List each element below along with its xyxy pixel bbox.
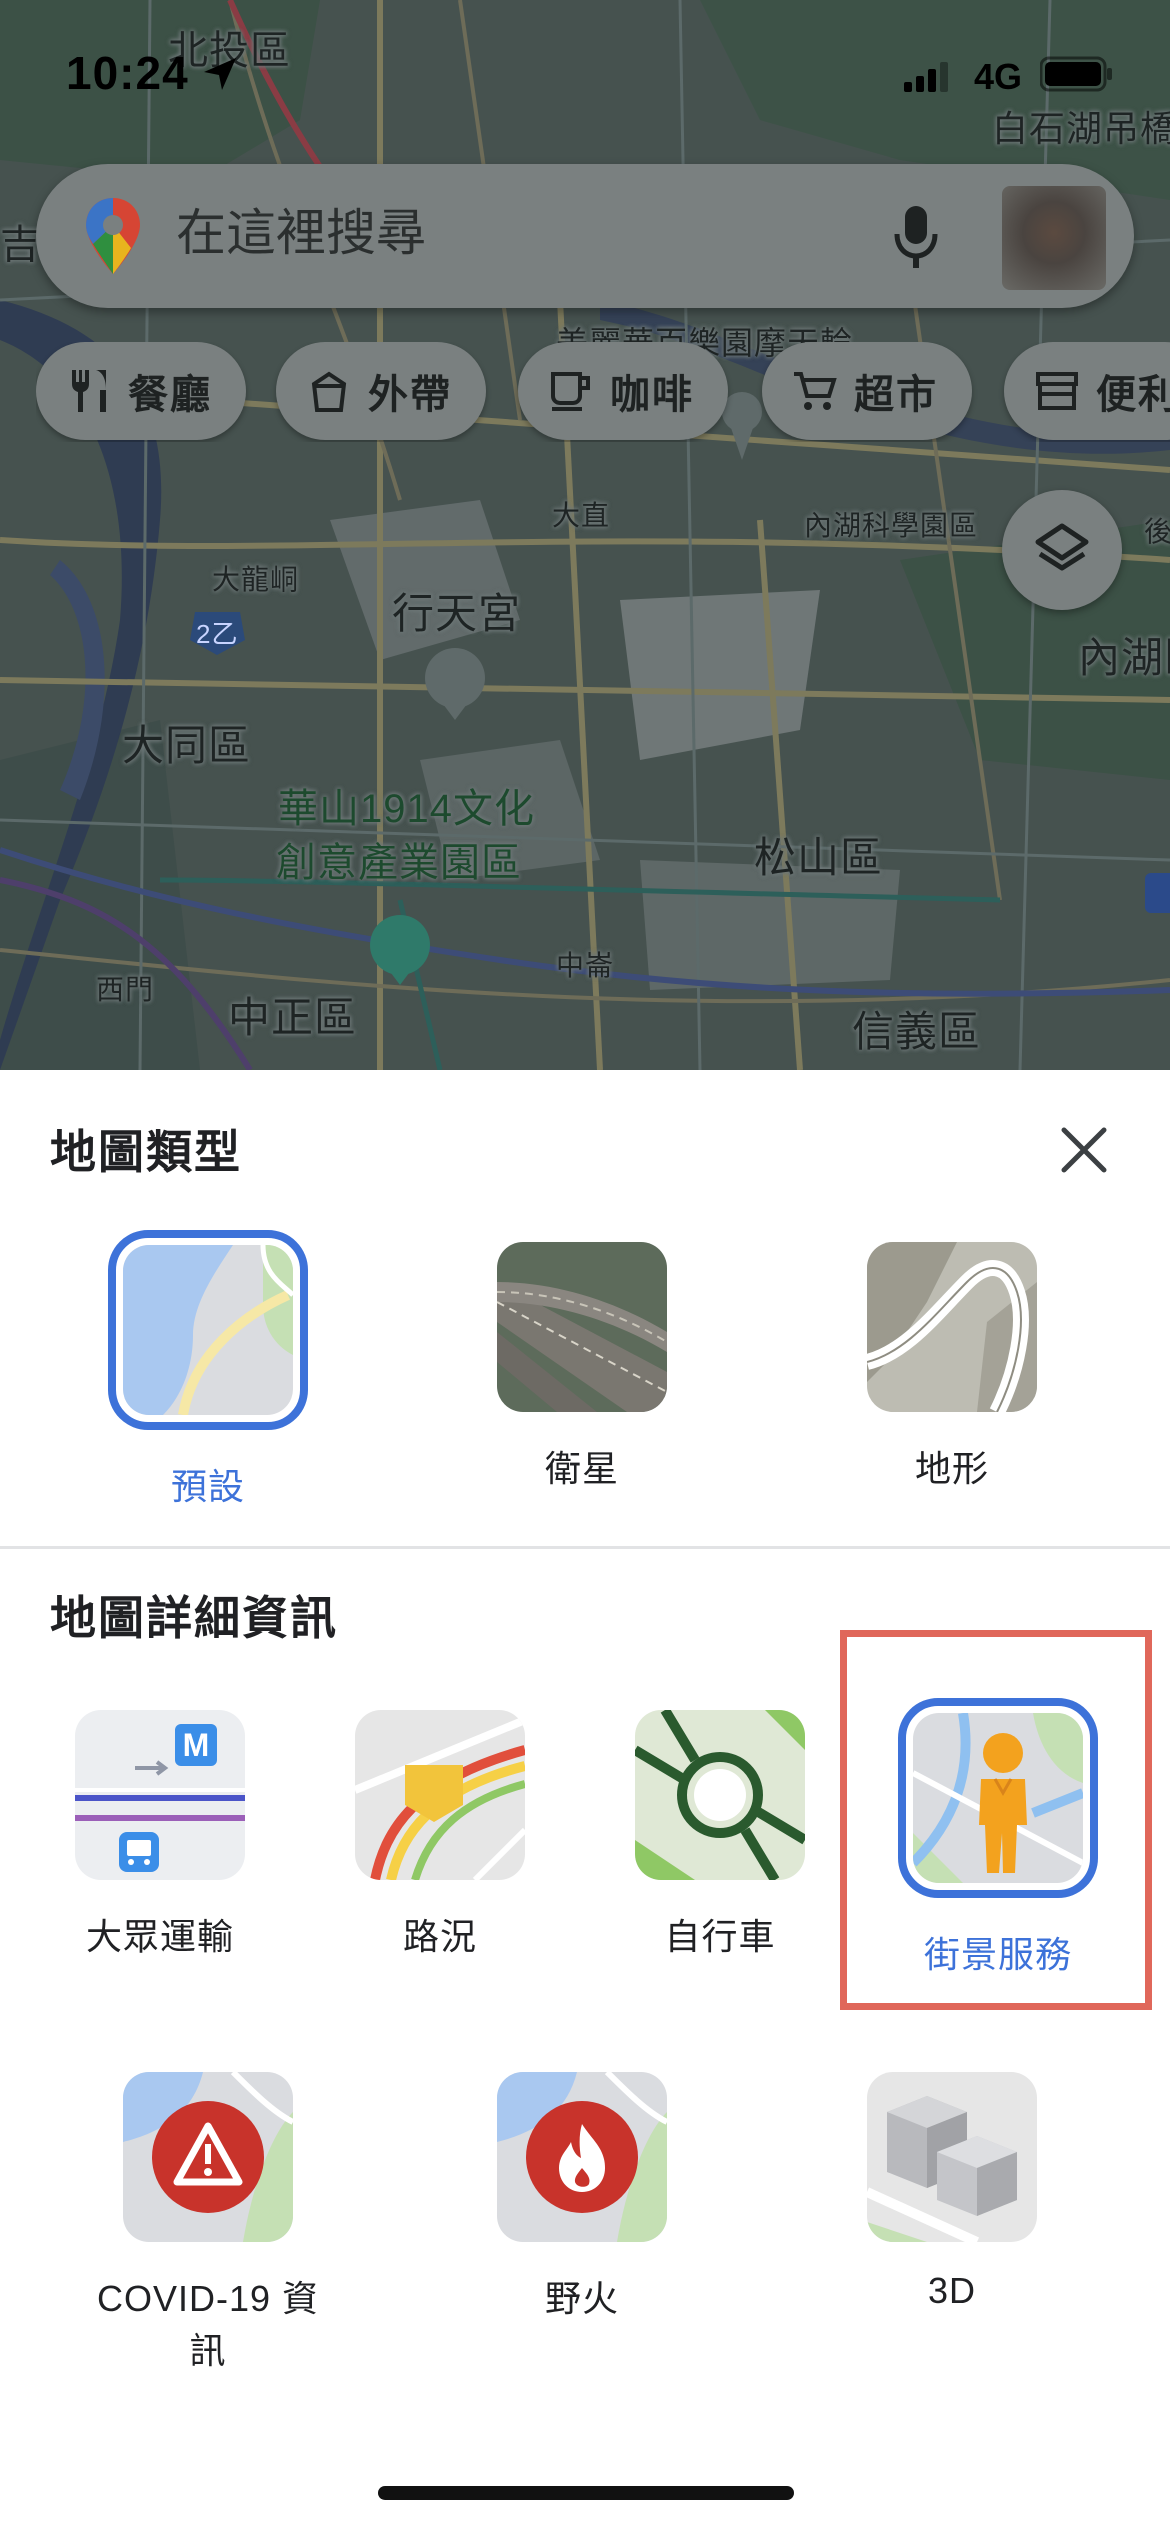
map-type-label: 地形 (914, 1448, 989, 1489)
detail-wildfire[interactable]: 野火 (462, 2072, 702, 2322)
chip-label: 咖啡 (610, 373, 694, 417)
detail-3d[interactable]: 3D (832, 2072, 1072, 2312)
chip-convenience[interactable]: 便利 (1004, 342, 1170, 440)
map-details-title: 地圖詳細資訊 (50, 1592, 338, 1644)
detail-biking[interactable]: 自行車 (600, 1710, 840, 1960)
map-label-dazhi: 大直 (552, 500, 611, 531)
detail-covid[interactable]: COVID-19 資訊 (88, 2072, 328, 2374)
avatar[interactable] (1002, 186, 1106, 290)
map-label-neihu: 內湖區 (1078, 634, 1170, 681)
map-label-hou: 後 (1144, 516, 1170, 547)
map-canvas (0, 0, 1170, 1070)
default-map-thumbnail (123, 1245, 293, 1415)
covid-thumbnail (123, 2072, 293, 2242)
map-view[interactable]: 北投區 白石湖吊橋 吉 美麗華百樂園摩天輪 大直 內湖科學園區 後 大龍峒 2乙… (0, 0, 1170, 1070)
chip-coffee[interactable]: 咖啡 (518, 342, 728, 440)
layers-sheet: 地圖類型 預設 衛星 地形 地圖詳細資訊 M 大眾運輸 路況 自行車 街景服務 … (0, 1070, 1170, 2532)
detail-traffic[interactable]: 路況 (320, 1710, 560, 1960)
chip-label: 餐廳 (128, 373, 212, 417)
category-chips: 餐廳 外帶 咖啡 超市 便利 (36, 342, 1170, 442)
layers-button[interactable] (1002, 490, 1122, 610)
map-label-dalongdong: 大龍峒 (212, 564, 300, 595)
terrain-map-icon (867, 1242, 1037, 1412)
detail-label: 3D (927, 2270, 977, 2311)
section-divider (0, 1546, 1170, 1549)
chip-supermarket[interactable]: 超市 (762, 342, 972, 440)
battery-icon (1040, 56, 1112, 92)
covid-info-icon (123, 2072, 293, 2242)
biking-icon (635, 1710, 805, 1880)
chip-label: 超市 (854, 373, 938, 417)
map-type-title: 地圖類型 (50, 1126, 242, 1178)
default-map-icon (123, 1245, 293, 1415)
detail-transit[interactable]: M 大眾運輸 (40, 1710, 280, 1960)
microphone-icon[interactable] (891, 204, 941, 270)
map-label-zhongpu: 中崙 (556, 950, 615, 981)
map-label-neihu-science: 內湖科學園區 (804, 510, 979, 541)
detail-label: 野火 (544, 2278, 619, 2319)
chip-label: 外帶 (368, 373, 452, 417)
map-label-datong: 大同區 (122, 722, 252, 769)
map-type-label: 衛星 (544, 1448, 619, 1489)
network-type: 4G (974, 56, 1023, 97)
chip-restaurant[interactable]: 餐廳 (36, 342, 246, 440)
traffic-icon (355, 1710, 525, 1880)
transit-icon: M (75, 1710, 245, 1880)
map-label-huashan-1: 華山1914文化 (278, 787, 535, 831)
detail-label: 大眾運輸 (85, 1916, 234, 1957)
terrain-map-thumbnail (867, 1242, 1037, 1412)
chip-label: 便利 (1096, 373, 1170, 417)
detail-label: 自行車 (664, 1916, 776, 1957)
detail-label: 路況 (402, 1916, 477, 1957)
highlight-box (840, 1630, 1152, 2010)
thumb-frame (108, 1230, 308, 1430)
traffic-thumbnail (355, 1710, 525, 1880)
chip-takeout[interactable]: 外帶 (276, 342, 486, 440)
home-indicator[interactable] (378, 2486, 794, 2500)
map-label-songshan: 松山區 (754, 834, 884, 881)
coffee-icon (551, 372, 590, 411)
restaurant-icon (72, 370, 106, 412)
map-type-satellite[interactable]: 衛星 (462, 1242, 702, 1492)
signal-icon (904, 62, 948, 92)
search-input[interactable] (176, 204, 876, 262)
wildfire-icon (497, 2072, 667, 2242)
biking-thumbnail (635, 1710, 805, 1880)
transit-thumbnail: M (75, 1710, 245, 1880)
map-type-default[interactable]: 預設 (88, 1230, 328, 1510)
google-maps-pin-icon (86, 198, 140, 274)
map-label-route: 2乙 (196, 619, 239, 649)
map-label-xingtian: 行天宮 (392, 590, 522, 637)
cart-icon (794, 372, 837, 410)
status-bar: 10:24 4G (0, 0, 1170, 130)
map-type-terrain[interactable]: 地形 (832, 1242, 1072, 1492)
detail-label: COVID-19 資訊 (96, 2278, 320, 2371)
metro-badge: M (183, 1727, 210, 1763)
satellite-map-thumbnail (497, 1242, 667, 1412)
3d-thumbnail (867, 2072, 1037, 2242)
map-label-ji: 吉 (0, 223, 41, 267)
status-time: 10:24 (66, 47, 189, 99)
map-label-huashan-2: 創意產業園區 (276, 841, 522, 885)
3d-buildings-icon (867, 2072, 1037, 2242)
map-label-ximen: 西門 (96, 974, 155, 1005)
store-icon (1036, 372, 1078, 410)
satellite-map-icon (497, 1242, 667, 1412)
map-label-xinyi: 信義區 (852, 1008, 982, 1055)
wildfire-thumbnail (497, 2072, 667, 2242)
takeout-icon (311, 371, 347, 412)
map-label-zhongzheng: 中正區 (228, 994, 358, 1041)
map-type-label: 預設 (170, 1466, 245, 1507)
location-arrow-icon (204, 58, 236, 90)
layers-icon (1035, 523, 1089, 571)
search-bar[interactable] (36, 164, 1134, 308)
close-icon[interactable] (1054, 1120, 1114, 1180)
